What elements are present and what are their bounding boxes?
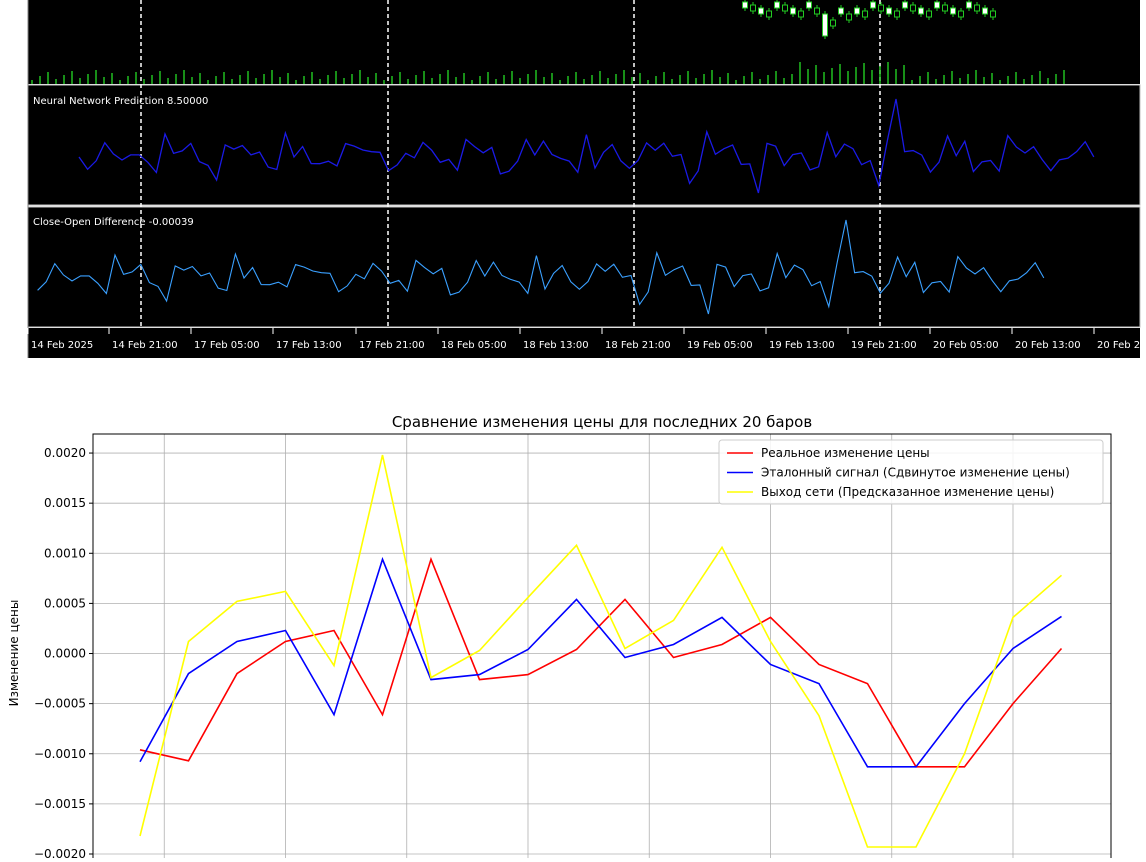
trading-terminal-screenshot: Neural Network Prediction 8.50000 Close-… xyxy=(0,0,1146,360)
candle-body xyxy=(822,13,828,37)
candle-body xyxy=(838,7,844,15)
time-label: 19 Feb 21:00 xyxy=(851,340,917,351)
legend-entry: Выход сети (Предсказанное изменение цены… xyxy=(761,485,1054,499)
candle-body xyxy=(846,13,852,21)
candle-body xyxy=(758,7,764,15)
y-axis-label: Изменение цены xyxy=(7,600,21,707)
candle-body xyxy=(782,4,788,12)
candle-body xyxy=(806,1,812,9)
candle-body xyxy=(950,7,956,15)
time-label: 18 Feb 21:00 xyxy=(605,340,671,351)
candle-body xyxy=(878,4,884,12)
time-label: 18 Feb 13:00 xyxy=(523,340,589,351)
y-tick-label: 0.0000 xyxy=(44,647,86,661)
candle-body xyxy=(974,4,980,12)
candle-body xyxy=(814,7,820,15)
candle-body xyxy=(750,4,756,12)
candle-body xyxy=(854,7,860,15)
candle-body xyxy=(870,1,876,9)
candle-body xyxy=(862,10,868,18)
terminal-svg: Neural Network Prediction 8.50000 Close-… xyxy=(27,0,1141,358)
time-label: 14 Feb 21:00 xyxy=(112,340,178,351)
candle-body xyxy=(918,7,924,15)
candle-body xyxy=(910,4,916,12)
chart-title: Сравнение изменения цены для последних 2… xyxy=(392,413,812,431)
time-label: 20 Feb 13:00 xyxy=(1015,340,1081,351)
candle-body xyxy=(982,7,988,15)
legend-entry: Реальное изменение цены xyxy=(761,446,930,460)
y-tick-label: −0.0005 xyxy=(34,697,86,711)
y-tick-label: 0.0015 xyxy=(44,496,86,510)
candle-body xyxy=(990,10,996,18)
candle-body xyxy=(958,10,964,18)
candle-body xyxy=(894,10,900,18)
candle-body xyxy=(934,1,940,9)
candle-body xyxy=(966,1,972,9)
candle-body xyxy=(774,1,780,9)
y-tick-label: 0.0020 xyxy=(44,446,86,460)
legend: Реальное изменение цены Эталонный сигнал … xyxy=(718,439,1104,505)
candle-body xyxy=(798,10,804,18)
y-tick-label: 0.0005 xyxy=(44,596,86,610)
candle-body xyxy=(742,1,748,9)
candle-body xyxy=(886,7,892,15)
y-tick-label: 0.0010 xyxy=(44,546,86,560)
candle-body xyxy=(830,19,836,27)
price-change-comparison-chart: Сравнение изменения цены для последних 2… xyxy=(0,360,1146,862)
time-label: 17 Feb 05:00 xyxy=(194,340,260,351)
time-label: 18 Feb 05:00 xyxy=(441,340,507,351)
time-label: 19 Feb 05:00 xyxy=(687,340,753,351)
legend-entry: Эталонный сигнал (Сдвинутое изменение це… xyxy=(761,466,1070,480)
y-axis-ticks: 0.0020 0.0015 0.0010 0.0005 0.0000 −0.0005 −0.… xyxy=(34,446,93,861)
time-label: 20 Feb 2 xyxy=(1097,340,1140,351)
y-tick-label: −0.0010 xyxy=(34,747,86,761)
y-tick-label: −0.0020 xyxy=(34,847,86,858)
time-label: 17 Feb 13:00 xyxy=(276,340,342,351)
candle-body xyxy=(790,7,796,15)
time-label: 14 Feb 2025 xyxy=(31,340,93,351)
candle-body xyxy=(926,10,932,18)
matplotlib-figure: Сравнение изменения цены для последних 2… xyxy=(7,413,1112,862)
time-label: 17 Feb 21:00 xyxy=(359,340,425,351)
price-chart-window xyxy=(28,0,1140,84)
time-label: 20 Feb 05:00 xyxy=(933,340,999,351)
y-tick-label: −0.0015 xyxy=(34,797,86,811)
difference-indicator-window xyxy=(27,206,1141,328)
time-label: 19 Feb 13:00 xyxy=(769,340,835,351)
candle-body xyxy=(902,1,908,9)
difference-indicator-label: Close-Open Difference -0.00039 xyxy=(33,217,194,228)
candle-body xyxy=(942,4,948,12)
prediction-indicator-label: Neural Network Prediction 8.50000 xyxy=(33,96,208,107)
candle-body xyxy=(766,10,772,18)
